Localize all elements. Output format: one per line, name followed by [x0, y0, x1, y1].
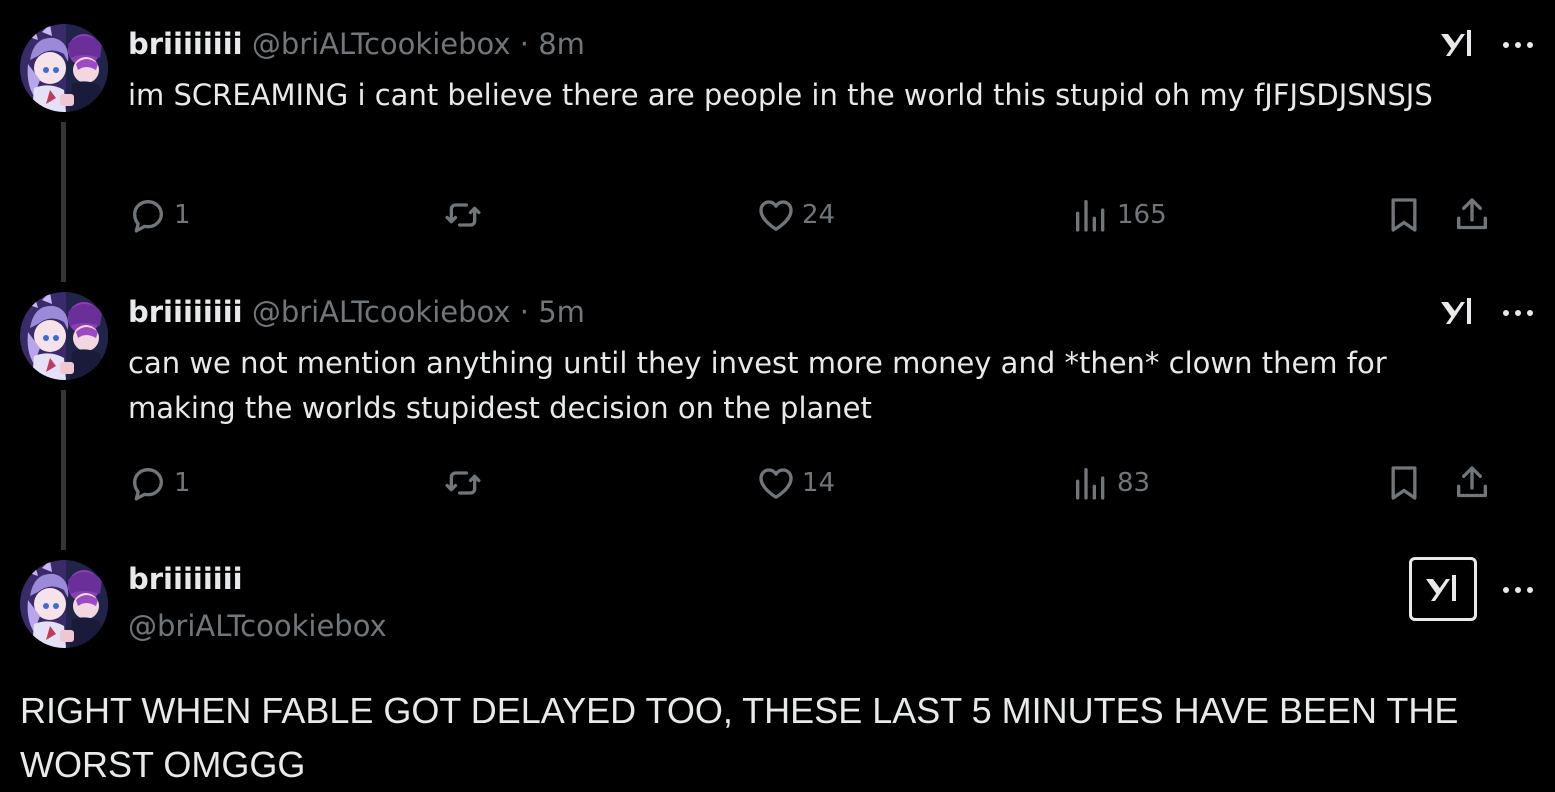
- share-button[interactable]: [1452, 195, 1492, 235]
- share-icon: [1452, 463, 1492, 503]
- timestamp[interactable]: 5m: [538, 295, 585, 329]
- more-button[interactable]: [1500, 39, 1536, 51]
- tweet-header: briiiiiiii @briALTcookiebox · 8m: [128, 26, 585, 62]
- more-button[interactable]: [1500, 307, 1536, 319]
- reply-count: 1: [174, 468, 191, 498]
- retweet-button[interactable]: [441, 195, 491, 235]
- tweet-text: im SCREAMING i cant believe there are pe…: [128, 78, 1433, 112]
- avatar-image: [20, 560, 108, 648]
- retweet-icon: [441, 195, 485, 235]
- avatar[interactable]: [20, 24, 108, 112]
- reply-button[interactable]: 1: [128, 195, 191, 235]
- bookmark-icon: [1384, 463, 1424, 503]
- display-name[interactable]: briiiiiiii: [128, 27, 243, 61]
- action-bar: 1 14 83: [128, 463, 1508, 503]
- like-count: 14: [802, 468, 836, 498]
- retweet-icon: [441, 463, 485, 503]
- action-bar: 1 24 165: [128, 195, 1508, 235]
- views-button[interactable]: 83: [1071, 463, 1150, 503]
- reply-icon: [128, 195, 168, 235]
- grok-icon: [1438, 292, 1478, 332]
- tweet-text: RIGHT WHEN FABLE GOT DELAYED TOO, THESE …: [20, 690, 1459, 785]
- grok-button[interactable]: [1409, 557, 1477, 621]
- user-handle[interactable]: @briALTcookiebox: [252, 295, 511, 329]
- thread-line: [61, 390, 66, 550]
- thread-line: [61, 122, 66, 282]
- views-button[interactable]: 165: [1071, 195, 1167, 235]
- grok-icon: [1423, 569, 1463, 609]
- separator-dot: ·: [519, 27, 529, 61]
- timestamp[interactable]: 8m: [538, 27, 585, 61]
- more-icon: [1500, 39, 1536, 51]
- like-count: 24: [802, 200, 836, 230]
- grok-icon: [1438, 24, 1478, 64]
- grok-button[interactable]: [1438, 24, 1478, 64]
- view-count: 165: [1117, 200, 1167, 230]
- heart-icon: [756, 195, 796, 235]
- user-handle[interactable]: @briALTcookiebox: [252, 27, 511, 61]
- reply-count: 1: [174, 200, 191, 230]
- view-count: 83: [1117, 468, 1151, 498]
- display-name[interactable]: briiiiiiii: [128, 561, 243, 597]
- avatar-image: [20, 292, 108, 380]
- separator-dot: ·: [519, 295, 529, 329]
- bookmark-icon: [1384, 195, 1424, 235]
- more-button[interactable]: [1500, 584, 1536, 596]
- share-button[interactable]: [1452, 463, 1492, 503]
- display-name[interactable]: briiiiiiii: [128, 295, 243, 329]
- tweet-header: briiiiiiii @briALTcookiebox · 5m: [128, 294, 585, 330]
- reply-icon: [128, 463, 168, 503]
- like-button[interactable]: 24: [756, 195, 835, 235]
- more-icon: [1500, 584, 1536, 596]
- like-button[interactable]: 14: [756, 463, 835, 503]
- user-handle[interactable]: @briALTcookiebox: [128, 608, 387, 644]
- avatar-image: [20, 24, 108, 112]
- bookmark-button[interactable]: [1384, 463, 1424, 503]
- share-icon: [1452, 195, 1492, 235]
- avatar[interactable]: [20, 292, 108, 380]
- views-icon: [1071, 195, 1111, 235]
- more-icon: [1500, 307, 1536, 319]
- grok-button[interactable]: [1438, 292, 1478, 332]
- heart-icon: [756, 463, 796, 503]
- tweet-text: can we not mention anything until they i…: [128, 346, 1387, 425]
- views-icon: [1071, 463, 1111, 503]
- reply-button[interactable]: 1: [128, 463, 191, 503]
- avatar[interactable]: [20, 560, 108, 648]
- retweet-button[interactable]: [441, 463, 491, 503]
- bookmark-button[interactable]: [1384, 195, 1424, 235]
